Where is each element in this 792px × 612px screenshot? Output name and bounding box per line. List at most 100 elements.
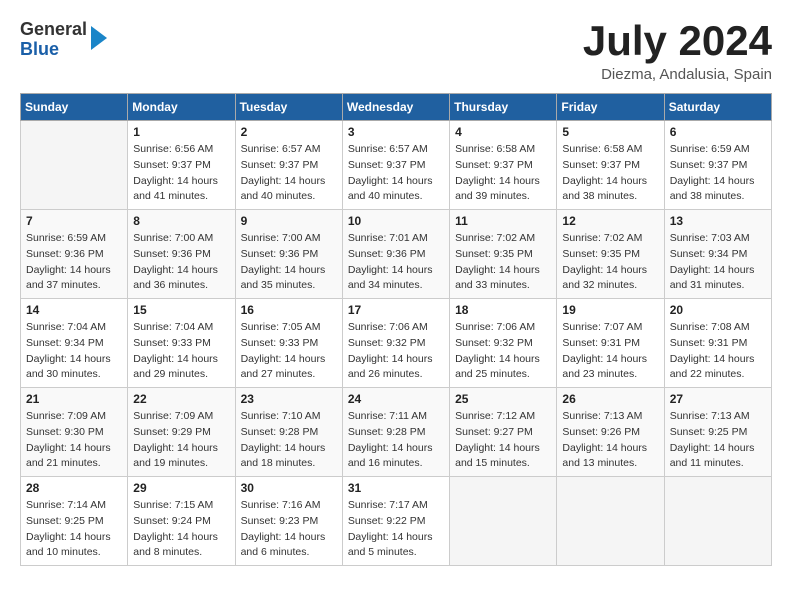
day-number: 28 [26, 481, 122, 495]
day-cell: 28 Sunrise: 7:14 AMSunset: 9:25 PMDayligh… [21, 477, 128, 566]
logo-text: General Blue [20, 20, 87, 60]
day-cell: 12 Sunrise: 7:02 AMSunset: 9:35 PMDayligh… [557, 210, 664, 299]
day-cell [557, 477, 664, 566]
day-number: 20 [670, 303, 766, 317]
day-info: Sunrise: 7:13 AMSunset: 9:26 PMDaylight:… [562, 409, 658, 472]
week-row-5: 28 Sunrise: 7:14 AMSunset: 9:25 PMDayligh… [21, 477, 772, 566]
day-cell: 25 Sunrise: 7:12 AMSunset: 9:27 PMDayligh… [450, 388, 557, 477]
day-cell: 3 Sunrise: 6:57 AMSunset: 9:37 PMDaylight… [342, 121, 449, 210]
day-cell: 6 Sunrise: 6:59 AMSunset: 9:37 PMDaylight… [664, 121, 771, 210]
day-cell: 31 Sunrise: 7:17 AMSunset: 9:22 PMDayligh… [342, 477, 449, 566]
day-number: 17 [348, 303, 444, 317]
day-cell: 10 Sunrise: 7:01 AMSunset: 9:36 PMDayligh… [342, 210, 449, 299]
day-number: 29 [133, 481, 229, 495]
day-info: Sunrise: 6:57 AMSunset: 9:37 PMDaylight:… [241, 142, 337, 205]
day-info: Sunrise: 7:11 AMSunset: 9:28 PMDaylight:… [348, 409, 444, 472]
day-cell: 13Sunrise: 7:03 AMSunset: 9:34 PMDayligh… [664, 210, 771, 299]
week-row-4: 21 Sunrise: 7:09 AMSunset: 9:30 PMDayligh… [21, 388, 772, 477]
day-info: Sunrise: 7:15 AMSunset: 9:24 PMDaylight:… [133, 498, 229, 561]
day-number: 3 [348, 125, 444, 139]
day-info: Sunrise: 6:59 AMSunset: 9:36 PMDaylight:… [26, 231, 122, 294]
day-cell: 11Sunrise: 7:02 AMSunset: 9:35 PMDayligh… [450, 210, 557, 299]
day-number: 21 [26, 392, 122, 406]
day-cell: 5 Sunrise: 6:58 AMSunset: 9:37 PMDaylight… [557, 121, 664, 210]
location: Diezma, Andalusia, Spain [583, 66, 772, 83]
day-number: 22 [133, 392, 229, 406]
day-info: Sunrise: 7:09 AMSunset: 9:29 PMDaylight:… [133, 409, 229, 472]
day-info: Sunrise: 7:17 AMSunset: 9:22 PMDaylight:… [348, 498, 444, 561]
day-number: 26 [562, 392, 658, 406]
day-info: Sunrise: 7:12 AMSunset: 9:27 PMDaylight:… [455, 409, 551, 472]
day-info: Sunrise: 6:57 AMSunset: 9:37 PMDaylight:… [348, 142, 444, 205]
day-info: Sunrise: 7:04 AMSunset: 9:34 PMDaylight:… [26, 320, 122, 383]
day-number: 31 [348, 481, 444, 495]
day-number: 19 [562, 303, 658, 317]
day-cell: 19Sunrise: 7:07 AMSunset: 9:31 PMDayligh… [557, 299, 664, 388]
day-info: Sunrise: 7:10 AMSunset: 9:28 PMDaylight:… [241, 409, 337, 472]
day-number: 25 [455, 392, 551, 406]
day-cell: 16Sunrise: 7:05 AMSunset: 9:33 PMDayligh… [235, 299, 342, 388]
day-cell: 24 Sunrise: 7:11 AMSunset: 9:28 PMDayligh… [342, 388, 449, 477]
col-header-friday: Friday [557, 94, 664, 121]
col-header-sunday: Sunday [21, 94, 128, 121]
day-cell: 30Sunrise: 7:16 AMSunset: 9:23 PMDayligh… [235, 477, 342, 566]
day-cell: 4Sunrise: 6:58 AMSunset: 9:37 PMDaylight… [450, 121, 557, 210]
day-cell: 26 Sunrise: 7:13 AMSunset: 9:26 PMDayligh… [557, 388, 664, 477]
day-cell: 22 Sunrise: 7:09 AMSunset: 9:29 PMDayligh… [128, 388, 235, 477]
day-cell: 7Sunrise: 6:59 AMSunset: 9:36 PMDaylight… [21, 210, 128, 299]
day-cell: 15Sunrise: 7:04 AMSunset: 9:33 PMDayligh… [128, 299, 235, 388]
day-info: Sunrise: 7:00 AMSunset: 9:36 PMDaylight:… [241, 231, 337, 294]
day-number: 15 [133, 303, 229, 317]
day-number: 5 [562, 125, 658, 139]
day-info: Sunrise: 6:59 AMSunset: 9:37 PMDaylight:… [670, 142, 766, 205]
month-title: July 2024 [583, 20, 772, 62]
day-cell: 14 Sunrise: 7:04 AMSunset: 9:34 PMDayligh… [21, 299, 128, 388]
day-info: Sunrise: 7:02 AMSunset: 9:35 PMDaylight:… [455, 231, 551, 294]
title-block: July 2024 Diezma, Andalusia, Spain [583, 20, 772, 83]
day-cell: 1Sunrise: 6:56 AMSunset: 9:37 PMDaylight… [128, 121, 235, 210]
day-number: 10 [348, 214, 444, 228]
day-cell [450, 477, 557, 566]
day-number: 2 [241, 125, 337, 139]
day-number: 1 [133, 125, 229, 139]
logo: General Blue [20, 20, 107, 60]
day-info: Sunrise: 7:01 AMSunset: 9:36 PMDaylight:… [348, 231, 444, 294]
day-cell [664, 477, 771, 566]
day-cell: 21 Sunrise: 7:09 AMSunset: 9:30 PMDayligh… [21, 388, 128, 477]
week-row-3: 14 Sunrise: 7:04 AMSunset: 9:34 PMDayligh… [21, 299, 772, 388]
col-header-thursday: Thursday [450, 94, 557, 121]
day-number: 14 [26, 303, 122, 317]
day-number: 8 [133, 214, 229, 228]
week-row-2: 7Sunrise: 6:59 AMSunset: 9:36 PMDaylight… [21, 210, 772, 299]
page-header: General Blue July 2024 Diezma, Andalusia… [20, 20, 772, 83]
day-number: 9 [241, 214, 337, 228]
day-info: Sunrise: 7:02 AMSunset: 9:35 PMDaylight:… [562, 231, 658, 294]
calendar-table: SundayMondayTuesdayWednesdayThursdayFrid… [20, 93, 772, 566]
week-row-1: 1Sunrise: 6:56 AMSunset: 9:37 PMDaylight… [21, 121, 772, 210]
day-number: 12 [562, 214, 658, 228]
day-number: 13 [670, 214, 766, 228]
day-number: 23 [241, 392, 337, 406]
day-cell: 18Sunrise: 7:06 AMSunset: 9:32 PMDayligh… [450, 299, 557, 388]
col-header-wednesday: Wednesday [342, 94, 449, 121]
day-cell: 27Sunrise: 7:13 AMSunset: 9:25 PMDayligh… [664, 388, 771, 477]
day-number: 18 [455, 303, 551, 317]
day-info: Sunrise: 6:58 AMSunset: 9:37 PMDaylight:… [455, 142, 551, 205]
day-info: Sunrise: 7:13 AMSunset: 9:25 PMDaylight:… [670, 409, 766, 472]
day-cell [21, 121, 128, 210]
day-info: Sunrise: 7:06 AMSunset: 9:32 PMDaylight:… [348, 320, 444, 383]
day-cell: 17 Sunrise: 7:06 AMSunset: 9:32 PMDayligh… [342, 299, 449, 388]
day-info: Sunrise: 6:58 AMSunset: 9:37 PMDaylight:… [562, 142, 658, 205]
col-header-monday: Monday [128, 94, 235, 121]
day-info: Sunrise: 7:14 AMSunset: 9:25 PMDaylight:… [26, 498, 122, 561]
day-cell: 2 Sunrise: 6:57 AMSunset: 9:37 PMDaylight… [235, 121, 342, 210]
day-number: 24 [348, 392, 444, 406]
day-info: Sunrise: 7:08 AMSunset: 9:31 PMDaylight:… [670, 320, 766, 383]
day-cell: 29 Sunrise: 7:15 AMSunset: 9:24 PMDayligh… [128, 477, 235, 566]
day-info: Sunrise: 7:05 AMSunset: 9:33 PMDaylight:… [241, 320, 337, 383]
day-info: Sunrise: 7:09 AMSunset: 9:30 PMDaylight:… [26, 409, 122, 472]
col-header-saturday: Saturday [664, 94, 771, 121]
day-cell: 8Sunrise: 7:00 AMSunset: 9:36 PMDaylight… [128, 210, 235, 299]
day-number: 6 [670, 125, 766, 139]
day-cell: 23 Sunrise: 7:10 AMSunset: 9:28 PMDayligh… [235, 388, 342, 477]
